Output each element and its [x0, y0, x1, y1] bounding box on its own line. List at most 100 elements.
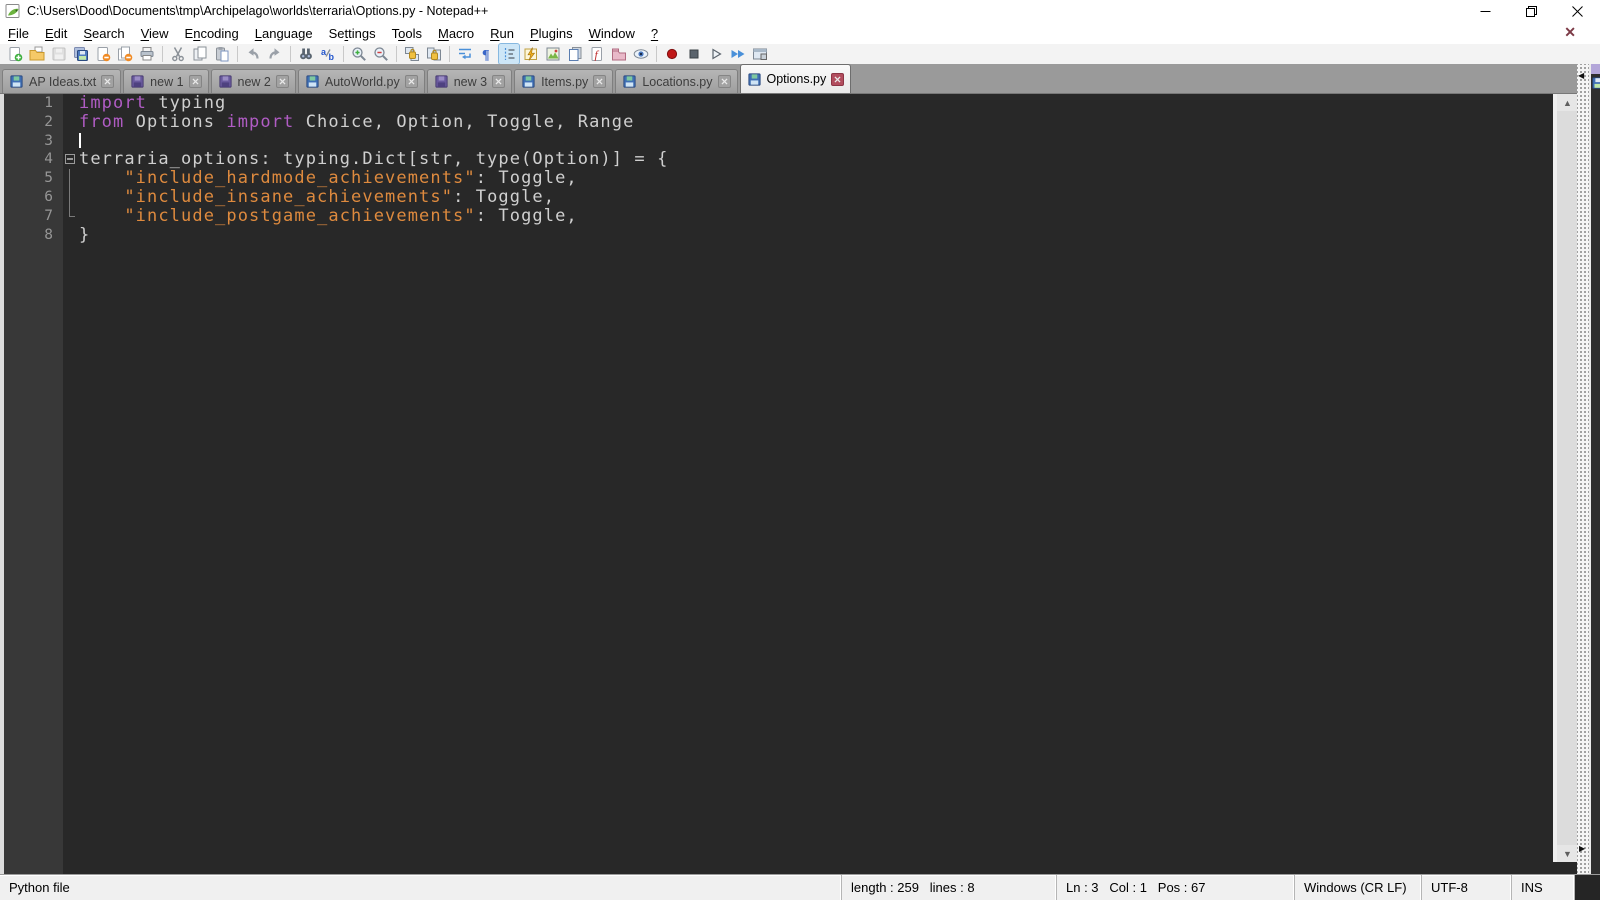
tab-close-icon[interactable]: [188, 75, 202, 88]
tab-options-py[interactable]: Options.py: [739, 64, 852, 93]
fold-margin: [63, 132, 79, 151]
macro-play-icon[interactable]: [706, 44, 726, 64]
menu-item-macro[interactable]: Macro: [430, 24, 482, 43]
menu-item-encoding[interactable]: Encoding: [177, 24, 247, 43]
menu-item-language[interactable]: Language: [247, 24, 321, 43]
show-indent-guide-icon[interactable]: [498, 43, 520, 65]
copy-icon[interactable]: [190, 44, 210, 64]
code-line-2[interactable]: 2 from Options import Choice, Option, Tog…: [44, 112, 1549, 132]
fold-marker-icon[interactable]: [63, 150, 79, 169]
code-line-4[interactable]: 4 terraria_options: typing.Dict[str, type…: [44, 150, 1549, 169]
status-insert-mode: INS: [1512, 875, 1575, 900]
tab-close-icon[interactable]: [593, 75, 607, 88]
status-doc-type: Python file: [0, 875, 842, 900]
close-button[interactable]: [1554, 0, 1600, 22]
code-line-8[interactable]: 8}: [44, 225, 1549, 245]
tab-ap-ideas-txt[interactable]: AP Ideas.txt: [2, 69, 122, 93]
dock-splitter[interactable]: [1577, 64, 1589, 874]
toolbar-separator: [656, 46, 657, 62]
tab-new-3[interactable]: new 3: [426, 69, 513, 93]
menu-item-edit[interactable]: Edit: [37, 24, 75, 43]
zoom-out-icon[interactable]: [371, 44, 391, 64]
macro-record-icon[interactable]: [662, 44, 682, 64]
code-text: "include_insane_achievements": Toggle,: [124, 186, 556, 207]
notepadpp-window: C:\Users\Dood\Documents\tmp\Archipelago\…: [0, 0, 1600, 900]
code-line-1[interactable]: 1 import typing: [44, 94, 1549, 113]
close-all-icon[interactable]: [115, 44, 135, 64]
monitoring-icon[interactable]: [631, 44, 651, 64]
menu-item-window[interactable]: Window: [581, 24, 643, 43]
tab-new-1[interactable]: new 1: [123, 69, 209, 93]
code-area[interactable]: 1 import typing 2 from Options import Choic…: [44, 94, 1549, 874]
menu-item-view[interactable]: View: [133, 24, 177, 43]
redo-icon[interactable]: [265, 44, 285, 64]
tab-new-2[interactable]: new 2: [210, 69, 296, 93]
macro-stop-icon[interactable]: [684, 44, 704, 64]
macro-run-multiple-icon[interactable]: [728, 44, 748, 64]
saved-floppy-icon: [521, 74, 536, 89]
restore-button[interactable]: [1508, 0, 1554, 22]
sync-horizontal-icon[interactable]: [424, 44, 444, 64]
tab-close-icon[interactable]: [275, 75, 289, 88]
user-defined-language-icon[interactable]: [521, 44, 541, 64]
show-all-characters-icon[interactable]: ¶: [477, 44, 497, 64]
document-list-icon[interactable]: [565, 44, 585, 64]
vertical-scrollbar[interactable]: ▲ ▼: [1553, 94, 1578, 862]
undo-icon[interactable]: [243, 44, 263, 64]
paste-icon[interactable]: [212, 44, 232, 64]
svg-text:¶: ¶: [482, 48, 490, 62]
code-line-6[interactable]: 6 "include_insane_achievements": Toggle,: [44, 186, 1549, 207]
document-map-icon[interactable]: [543, 44, 563, 64]
menu-item-settings[interactable]: Settings: [321, 24, 384, 43]
scroll-down-icon[interactable]: ▼: [1557, 845, 1578, 862]
menu-item-file[interactable]: File: [0, 24, 37, 43]
fold-margin: [63, 206, 79, 226]
tab-close-icon[interactable]: [404, 75, 418, 88]
minimize-button[interactable]: [1462, 0, 1508, 22]
editor[interactable]: 1 import typing 2 from Options import Choic…: [0, 94, 1577, 874]
saved-floppy-icon: [747, 72, 762, 87]
code-line-5[interactable]: 5 "include_hardmode_achievements": Toggl…: [44, 169, 1549, 188]
status-bar: Python file length : 259 lines : 8 Ln : 3 …: [0, 874, 1600, 900]
menu-item-help[interactable]: ?: [643, 24, 666, 43]
dock-collapse-icon[interactable]: ▶: [1579, 844, 1585, 853]
docked-panel-sliver: [1589, 64, 1600, 874]
tab-label: AutoWorld.py: [324, 74, 400, 89]
close-file-icon[interactable]: [93, 44, 113, 64]
saved-floppy-icon: [305, 74, 320, 89]
open-file-icon[interactable]: [27, 44, 47, 64]
find-icon[interactable]: [296, 44, 316, 64]
saved-floppy-icon: [9, 74, 24, 89]
menu-doc-close-icon[interactable]: ✕: [1564, 24, 1576, 41]
tab-close-icon[interactable]: [831, 72, 845, 86]
tab-autoworld-py[interactable]: AutoWorld.py: [297, 69, 425, 93]
code-line-3[interactable]: 3: [44, 132, 1549, 151]
sync-vertical-icon[interactable]: [402, 44, 422, 64]
tab-close-icon[interactable]: [101, 75, 115, 88]
macro-save-icon[interactable]: [750, 44, 770, 64]
function-list-icon[interactable]: f: [587, 44, 607, 64]
save-file-icon[interactable]: [49, 44, 69, 64]
word-wrap-icon[interactable]: [455, 44, 475, 64]
tab-label: Locations.py: [642, 74, 713, 89]
code-line-7[interactable]: 7 "include_postgame_achievements": Toggl…: [44, 205, 1549, 226]
folder-as-workspace-icon[interactable]: [609, 44, 629, 64]
tab-close-icon[interactable]: [492, 75, 506, 88]
save-all-icon[interactable]: [71, 44, 91, 64]
toolbar-separator: [449, 46, 450, 62]
menu-item-tools[interactable]: Tools: [384, 24, 430, 43]
zoom-in-icon[interactable]: [349, 44, 369, 64]
cut-icon[interactable]: [168, 44, 188, 64]
menu-item-run[interactable]: Run: [482, 24, 522, 43]
print-icon[interactable]: [137, 44, 157, 64]
tab-locations-py[interactable]: Locations.py: [615, 69, 738, 93]
scroll-up-icon[interactable]: ▲: [1557, 94, 1578, 111]
tab-items-py[interactable]: Items.py: [514, 69, 614, 93]
menu-item-plugins[interactable]: Plugins: [522, 24, 581, 43]
menu-item-search[interactable]: Search: [75, 24, 132, 43]
new-file-icon[interactable]: [5, 44, 25, 64]
tab-scroll-left-icon[interactable]: ◀: [1578, 71, 1584, 80]
code-text: "include_postgame_achievements": Toggle,: [124, 205, 578, 226]
tab-close-icon[interactable]: [717, 75, 731, 88]
replace-icon[interactable]: ab: [318, 44, 338, 64]
